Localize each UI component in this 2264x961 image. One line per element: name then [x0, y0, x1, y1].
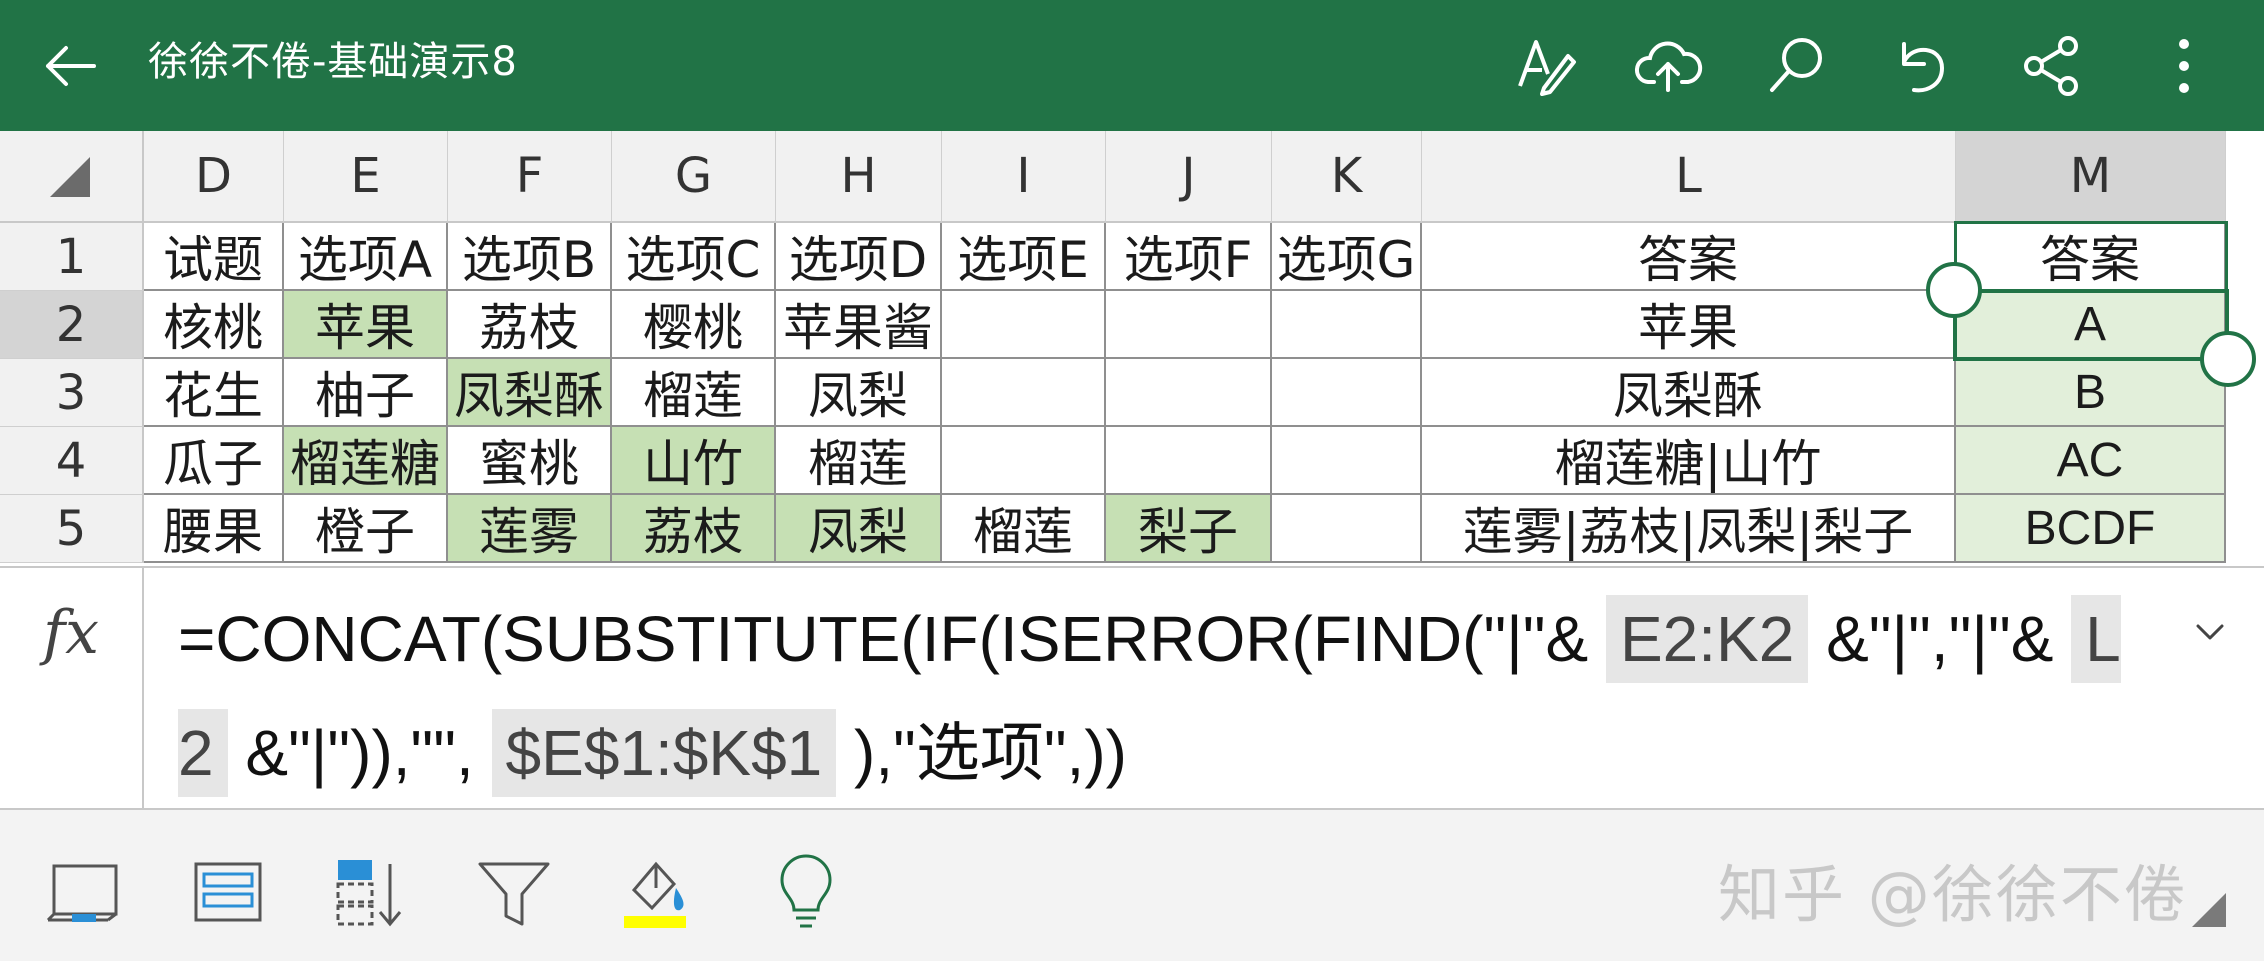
- cell-j2[interactable]: [1106, 291, 1272, 359]
- cell-f1[interactable]: 选项B: [448, 223, 612, 291]
- select-all-corner[interactable]: [0, 131, 144, 223]
- cell-e3[interactable]: 柚子: [284, 359, 448, 427]
- formula-input[interactable]: =CONCAT(SUBSTITUTE(IF(ISERROR(FIND("|"& …: [178, 582, 2138, 810]
- cell-i5[interactable]: 榴莲: [942, 495, 1106, 563]
- cell-g2[interactable]: 樱桃: [612, 291, 776, 359]
- cell-e2[interactable]: 苹果: [284, 291, 448, 359]
- fx-icon[interactable]: fx: [0, 568, 144, 808]
- column-header-m[interactable]: M: [1956, 131, 2226, 223]
- table-format-icon[interactable]: [186, 850, 270, 934]
- cell-g3[interactable]: 榴莲: [612, 359, 776, 427]
- cell-f2[interactable]: 荔枝: [448, 291, 612, 359]
- formula-ref-e2-k2: E2:K2: [1605, 595, 1809, 683]
- cell-f3[interactable]: 凤梨酥: [448, 359, 612, 427]
- cell-m3[interactable]: B: [1956, 359, 2226, 427]
- freeze-panes-icon[interactable]: [44, 850, 128, 934]
- formula-text: ),"选项",)): [836, 717, 1127, 789]
- row-header-5[interactable]: 5: [0, 495, 144, 563]
- cell-l4[interactable]: 榴莲糖|山竹: [1422, 427, 1956, 495]
- cloud-upload-icon[interactable]: [1632, 30, 1704, 102]
- row-header-1[interactable]: 1: [0, 223, 144, 291]
- draw-pen-icon[interactable]: [1508, 30, 1580, 102]
- formula-ref-e1-k1: $E$1:$K$1: [491, 709, 837, 797]
- cell-i2[interactable]: [942, 291, 1106, 359]
- cell-k1[interactable]: 选项G: [1272, 223, 1422, 291]
- column-header-l[interactable]: L: [1422, 131, 1956, 223]
- sort-icon[interactable]: [328, 850, 412, 934]
- formula-text: =CONCAT(SUBSTITUTE(IF(ISERROR(FIND("|"&: [178, 603, 1606, 675]
- cell-h2[interactable]: 苹果酱: [776, 291, 942, 359]
- cell-j3[interactable]: [1106, 359, 1272, 427]
- column-header-d[interactable]: D: [144, 131, 284, 223]
- column-header-k[interactable]: K: [1272, 131, 1422, 223]
- column-header-h[interactable]: H: [776, 131, 942, 223]
- cell-l1[interactable]: 答案: [1422, 223, 1956, 291]
- cell-m5[interactable]: BCDF: [1956, 495, 2226, 563]
- formula-text: &"|","|"&: [1808, 603, 2072, 675]
- cell-d2[interactable]: 核桃: [144, 291, 284, 359]
- cell-m2[interactable]: A: [1956, 291, 2226, 359]
- column-header-i[interactable]: I: [942, 131, 1106, 223]
- column-header-f[interactable]: F: [448, 131, 612, 223]
- cell-k4[interactable]: [1272, 427, 1422, 495]
- resize-corner-icon: [2192, 893, 2226, 927]
- cell-m4[interactable]: AC: [1956, 427, 2226, 495]
- filter-icon[interactable]: [472, 850, 556, 934]
- search-icon[interactable]: [1760, 30, 1832, 102]
- spreadsheet-grid: D E F G H I J K L M 1 2 3 4 5 试题 选项A 选项B…: [0, 131, 2264, 566]
- fill-color-icon[interactable]: [614, 850, 698, 934]
- cell-j1[interactable]: 选项F: [1106, 223, 1272, 291]
- cell-d5[interactable]: 腰果: [144, 495, 284, 563]
- more-vertical-icon[interactable]: [2148, 30, 2220, 102]
- undo-icon[interactable]: [1884, 30, 1956, 102]
- column-header-e[interactable]: E: [284, 131, 448, 223]
- tell-me-lightbulb-icon[interactable]: [764, 850, 848, 934]
- row-header-3[interactable]: 3: [0, 359, 144, 427]
- selection-handle-bottom-right[interactable]: [2200, 331, 2256, 387]
- cell-k2[interactable]: [1272, 291, 1422, 359]
- row-header-4[interactable]: 4: [0, 427, 144, 495]
- cell-h3[interactable]: 凤梨: [776, 359, 942, 427]
- column-header-g[interactable]: G: [612, 131, 776, 223]
- share-icon[interactable]: [2016, 30, 2088, 102]
- column-header-j[interactable]: J: [1106, 131, 1272, 223]
- document-title[interactable]: 徐徐不倦-基础演示8: [148, 36, 518, 88]
- cell-l3[interactable]: 凤梨酥: [1422, 359, 1956, 427]
- formula-bar: fx =CONCAT(SUBSTITUTE(IF(ISERROR(FIND("|…: [0, 566, 2264, 810]
- cell-e1[interactable]: 选项A: [284, 223, 448, 291]
- back-arrow-icon[interactable]: [36, 30, 108, 102]
- cell-k5[interactable]: [1272, 495, 1422, 563]
- cell-l2[interactable]: 苹果: [1422, 291, 1956, 359]
- cell-e4[interactable]: 榴莲糖: [284, 427, 448, 495]
- cell-i1[interactable]: 选项E: [942, 223, 1106, 291]
- watermark-text: 知乎 @徐徐不倦: [1718, 858, 2188, 931]
- selection-handle-top-left[interactable]: [1926, 262, 1982, 318]
- cell-l5[interactable]: 莲雾|荔枝|凤梨|梨子: [1422, 495, 1956, 563]
- cell-g4[interactable]: 山竹: [612, 427, 776, 495]
- cell-h4[interactable]: 榴莲: [776, 427, 942, 495]
- cell-j4[interactable]: [1106, 427, 1272, 495]
- bottom-toolbar: 知乎 @徐徐不倦: [0, 810, 2264, 961]
- cell-k3[interactable]: [1272, 359, 1422, 427]
- cell-j5[interactable]: 梨子: [1106, 495, 1272, 563]
- cell-f5[interactable]: 莲雾: [448, 495, 612, 563]
- cell-g1[interactable]: 选项C: [612, 223, 776, 291]
- cell-i4[interactable]: [942, 427, 1106, 495]
- cell-f4[interactable]: 蜜桃: [448, 427, 612, 495]
- cell-d1[interactable]: 试题: [144, 223, 284, 291]
- cell-d3[interactable]: 花生: [144, 359, 284, 427]
- cell-g5[interactable]: 荔枝: [612, 495, 776, 563]
- chevron-down-icon[interactable]: [2186, 608, 2234, 656]
- cell-m1[interactable]: 答案: [1956, 223, 2226, 291]
- cell-h5[interactable]: 凤梨: [776, 495, 942, 563]
- cell-d4[interactable]: 瓜子: [144, 427, 284, 495]
- cell-h1[interactable]: 选项D: [776, 223, 942, 291]
- formula-text: &"|")),"",: [227, 717, 492, 789]
- app-header: 徐徐不倦-基础演示8: [0, 0, 2264, 131]
- cell-e5[interactable]: 橙子: [284, 495, 448, 563]
- cell-i3[interactable]: [942, 359, 1106, 427]
- row-header-2[interactable]: 2: [0, 291, 144, 359]
